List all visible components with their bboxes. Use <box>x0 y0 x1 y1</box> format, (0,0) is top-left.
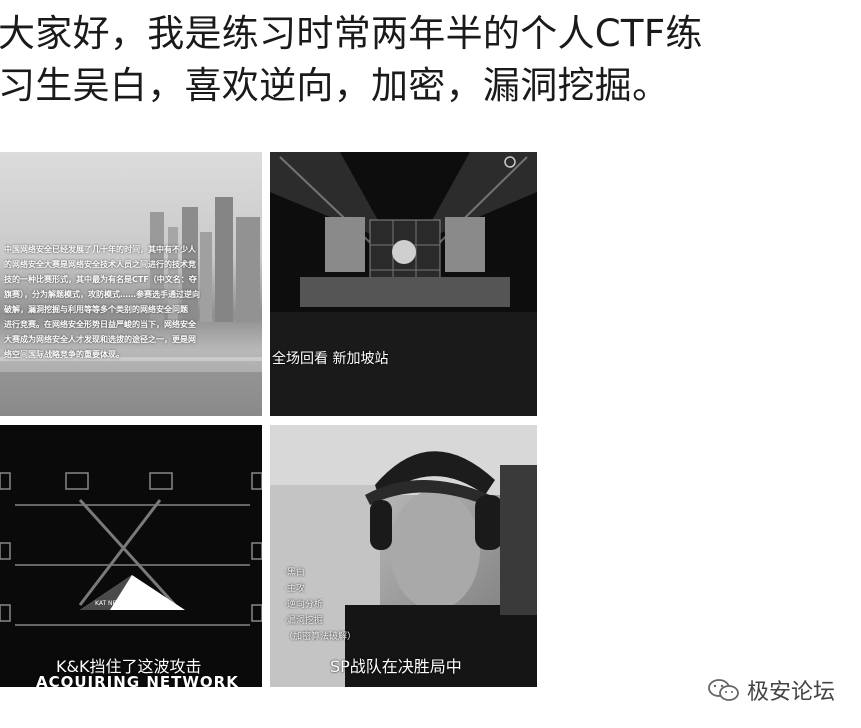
player-role-list: ·黑白 ·主攻 ·逆向分析 ·漏洞挖掘 （加密算法破解） <box>284 565 356 645</box>
network-badge: KAT NETWORK <box>95 600 140 607</box>
image-city-skyline[interactable]: 中国网络安全已经发展了几十年的时间，其中有不少人 的网络安全大赛是网络安全技术人… <box>0 152 262 416</box>
stage-caption: 全场回看 新加坡站 <box>272 351 389 367</box>
intro-line-2: 习生吴白，喜欢逆向，加密，漏洞挖掘。 <box>0 64 670 107</box>
role-item: （加密算法破解） <box>284 632 357 642</box>
intro-text: 大家好，我是练习时常两年半的个人CTF练 习生吴白，喜欢逆向，加密，漏洞挖掘。 <box>0 8 861 112</box>
overlay-line: 中国网络安全已经发展了几十年的时间，其中有不少人 <box>4 245 196 254</box>
source-watermark: 极安论坛 <box>707 674 835 706</box>
watermark-text: 极安论坛 <box>747 680 836 705</box>
stage-graphic <box>270 152 537 416</box>
overlay-line: 络空间国际战略竞争的重要体现。 <box>4 350 124 359</box>
overlay-line: 大赛成为网络安全人才发现和选拔的途径之一，更是网 <box>4 335 196 344</box>
role-item: ·黑白 <box>284 568 305 578</box>
image-player-headset[interactable]: ·黑白 ·主攻 ·逆向分析 ·漏洞挖掘 （加密算法破解） SP战队在决胜局中 <box>270 425 537 687</box>
intro-line-1: 大家好，我是练习时常两年半的个人CTF练 <box>0 12 703 55</box>
overlay-line: 旗赛），分为解题模式，攻防模式……参赛选手通过逆向 <box>4 290 200 299</box>
network-graphic: KAT NETWORK <box>0 472 262 626</box>
wechat-icon <box>708 679 739 701</box>
role-item: ·逆向分析 <box>284 600 323 610</box>
overlay-line: 破解，漏洞挖掘与利用等等多个类别的网络安全问题 <box>4 305 188 314</box>
team-caption: SP战队在决胜局中 <box>330 657 462 676</box>
overlay-line: 进行竞赛。在网络安全形势日益严峻的当下，网络安全 <box>4 320 196 329</box>
role-item: ·主攻 <box>284 584 305 594</box>
overlay-article-text: 中国网络安全已经发展了几十年的时间，其中有不少人 的网络安全大赛是网络安全技术人… <box>4 242 260 362</box>
network-caption: ACQUIRING NETWORK <box>36 673 239 687</box>
overlay-line: 的网络安全大赛是网络安全技术人员之间进行的技术竞 <box>4 260 196 269</box>
overlay-line: 技的一种比赛形式，其中最为有名是CTF（中文名：夺 <box>4 275 197 284</box>
player-graphic <box>270 425 537 687</box>
role-item: ·漏洞挖掘 <box>284 616 323 626</box>
image-network-diagram[interactable]: KAT NETWORK K&K挡住了这波攻击 ACQUIRING NETWORK <box>0 425 262 687</box>
image-esports-stage[interactable]: 全场回看 新加坡站 <box>270 152 537 416</box>
